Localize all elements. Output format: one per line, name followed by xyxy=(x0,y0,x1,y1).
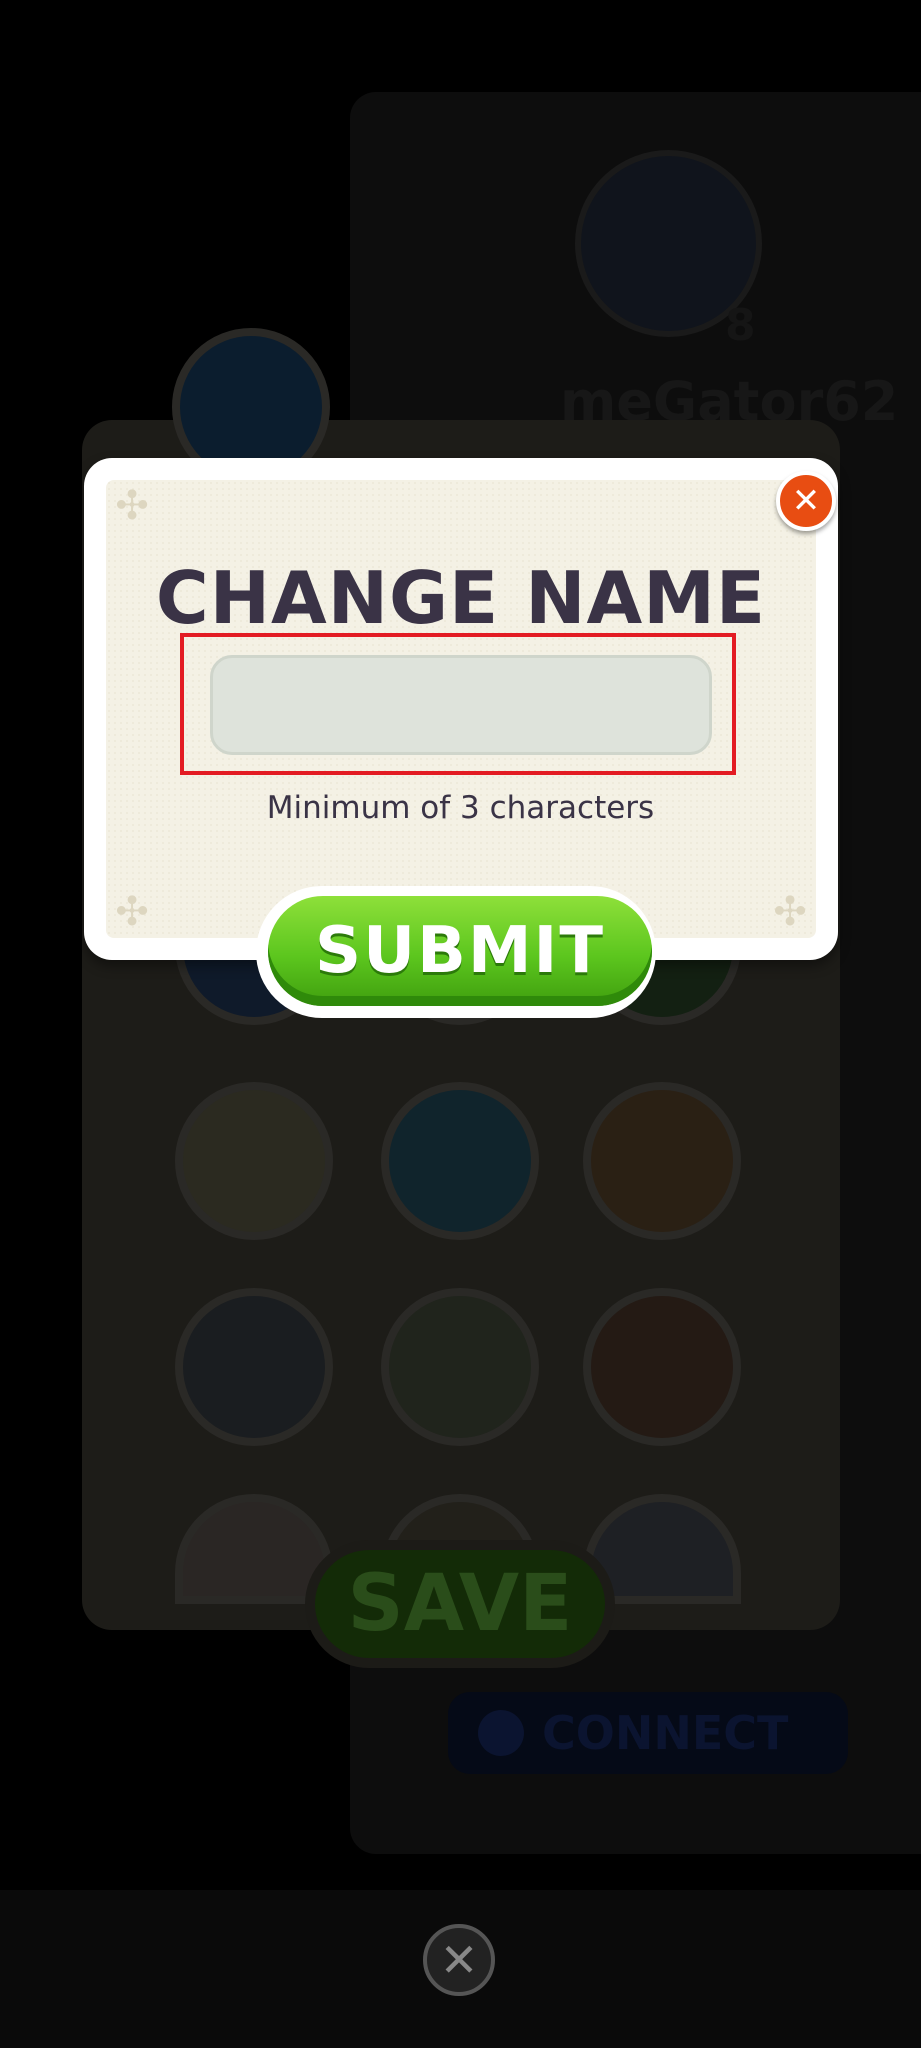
close-icon[interactable]: ✕ xyxy=(423,1924,495,1996)
close-icon[interactable]: ✕ xyxy=(776,471,836,531)
dialog-title: CHANGE NAME xyxy=(155,556,767,640)
save-button[interactable]: SAVE xyxy=(305,1540,615,1668)
avatar-option[interactable] xyxy=(175,1288,333,1446)
avatar-option[interactable] xyxy=(381,1082,539,1240)
avatar-option[interactable] xyxy=(175,1082,333,1240)
name-input[interactable] xyxy=(210,655,712,755)
corner-ornament-icon: ✣ xyxy=(115,483,149,529)
avatar-option[interactable] xyxy=(583,1082,741,1240)
avatar-option[interactable] xyxy=(583,1288,741,1446)
avatar-option[interactable] xyxy=(381,1288,539,1446)
facebook-icon xyxy=(478,1710,524,1756)
corner-ornament-icon: ✣ xyxy=(115,889,149,935)
level-icon: 8 xyxy=(725,300,756,351)
submit-button[interactable]: SUBMIT xyxy=(268,896,652,1006)
connect-label: CONNECT xyxy=(542,1706,789,1760)
hint-text: Minimum of 3 characters xyxy=(266,790,655,826)
corner-ornament-icon: ✣ xyxy=(773,889,807,935)
connect-button[interactable]: CONNECT xyxy=(448,1692,848,1774)
